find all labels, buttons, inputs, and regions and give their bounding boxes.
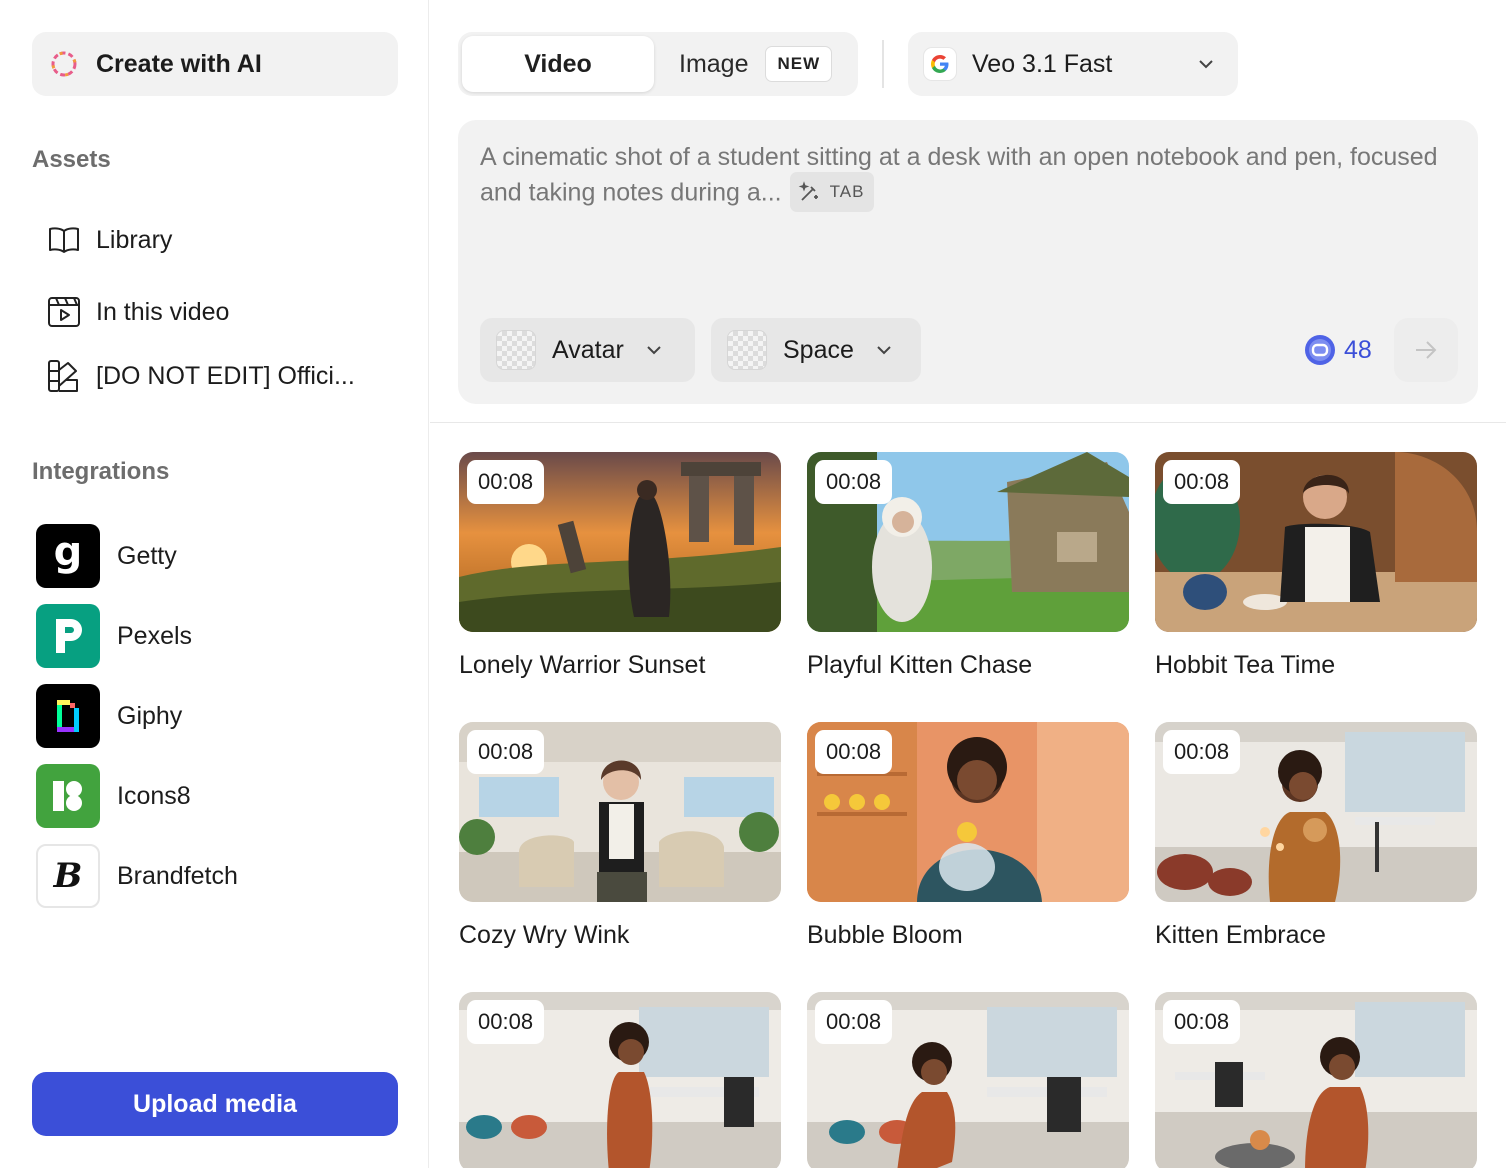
prompt-box[interactable]: A cinematic shot of a student sitting at… <box>458 120 1478 404</box>
gallery-card[interactable]: 00:08 Lonely Warrior Sunset <box>459 452 781 680</box>
video-thumbnail: 00:08 <box>807 722 1129 902</box>
svg-text:g: g <box>54 533 83 575</box>
card-title: Bubble Bloom <box>807 921 963 949</box>
integration-label: Icons8 <box>117 781 191 810</box>
sidebar-item-label: Library <box>96 225 173 254</box>
duration-badge: 00:08 <box>467 1000 545 1044</box>
video-thumbnail: 00:08 <box>807 452 1129 632</box>
integrations-section-title: Integrations <box>32 458 170 485</box>
create-with-ai-button[interactable]: Create with AI <box>32 32 398 96</box>
integration-brandfetch[interactable]: B Brandfetch <box>36 844 398 908</box>
model-select[interactable]: Veo 3.1 Fast <box>908 32 1238 96</box>
credits-counter: 48 <box>1304 334 1372 366</box>
google-icon <box>924 48 956 80</box>
tab-video[interactable]: Video <box>462 36 654 92</box>
avatar-select[interactable]: Avatar <box>480 318 695 382</box>
integration-getty[interactable]: g Getty <box>36 524 398 588</box>
brand-kit-icon <box>48 360 78 392</box>
video-thumbnail: 00:08 <box>807 992 1129 1168</box>
sidebar-item-library[interactable]: Library <box>32 212 398 268</box>
tab-image[interactable]: Image NEW <box>658 36 854 92</box>
gallery-card[interactable]: 00:08 Hobbit Tea Time <box>1155 452 1477 680</box>
card-title: Lonely Warrior Sunset <box>459 651 706 679</box>
tab-autocomplete-hint[interactable]: TAB <box>789 172 875 212</box>
giphy-logo-icon <box>36 684 100 748</box>
card-title: Hobbit Tea Time <box>1155 651 1336 679</box>
avatar-placeholder-thumb <box>496 330 536 370</box>
chevron-down-icon <box>647 346 661 355</box>
gallery-card[interactable]: 00:08 Cozy Wry Wink <box>459 722 781 950</box>
chevron-down-icon <box>877 346 891 355</box>
sidebar: Create with AI Assets Library In this vi… <box>0 0 429 1168</box>
toolbar-divider <box>882 40 884 88</box>
video-clip-icon <box>48 297 80 327</box>
prompt-input[interactable]: A cinematic shot of a student sitting at… <box>480 140 1460 214</box>
generate-button[interactable] <box>1394 318 1458 382</box>
getty-logo-icon: g <box>36 524 100 588</box>
book-icon <box>49 227 79 253</box>
tab-hint-label: TAB <box>829 182 865 201</box>
chevron-down-icon <box>1199 60 1213 69</box>
duration-badge: 00:08 <box>1163 1000 1241 1044</box>
duration-badge: 00:08 <box>815 460 893 504</box>
credits-icon <box>1305 335 1335 365</box>
integration-label: Pexels <box>117 621 193 650</box>
svg-text:B: B <box>53 856 83 896</box>
create-with-ai-label: Create with AI <box>96 49 262 78</box>
gallery-card[interactable]: 00:08 Kitten Embrace <box>1155 722 1477 950</box>
brandfetch-logo-icon: B <box>36 844 100 908</box>
integration-pexels[interactable]: Pexels <box>36 604 398 668</box>
space-placeholder-thumb <box>727 330 767 370</box>
model-label: Veo 3.1 Fast <box>972 49 1113 78</box>
card-title: Kitten Embrace <box>1155 921 1326 949</box>
duration-badge: 00:08 <box>467 460 545 504</box>
assets-section-title: Assets <box>32 146 111 173</box>
integration-icons8[interactable]: Icons8 <box>36 764 398 828</box>
video-thumbnail: 00:08 <box>459 722 781 902</box>
video-thumbnail: 00:08 <box>459 452 781 632</box>
video-thumbnail: 00:08 <box>1155 992 1477 1168</box>
arrow-right-icon <box>1416 341 1437 359</box>
video-thumbnail: 00:08 <box>1155 452 1477 632</box>
video-thumbnail: 00:08 <box>1155 722 1477 902</box>
integration-label: Getty <box>117 541 177 570</box>
gallery-card[interactable]: 00:08 <box>807 992 1129 1168</box>
sidebar-item-label: [DO NOT EDIT] Offici... <box>96 361 355 390</box>
space-select[interactable]: Space <box>711 318 921 382</box>
integration-label: Giphy <box>117 701 183 730</box>
duration-badge: 00:08 <box>467 730 545 774</box>
duration-badge: 00:08 <box>1163 460 1241 504</box>
prompt-text: A cinematic shot of a student sitting at… <box>480 143 1438 207</box>
gallery-card[interactable]: 00:08 <box>1155 992 1477 1168</box>
gallery-card[interactable]: 00:08 Playful Kitten Chase <box>807 452 1129 680</box>
gallery-card[interactable]: 00:08 <box>459 992 781 1168</box>
duration-badge: 00:08 <box>815 1000 893 1044</box>
new-badge: NEW <box>765 46 833 82</box>
card-title: Cozy Wry Wink <box>459 921 630 949</box>
integration-label: Brandfetch <box>117 861 238 890</box>
avatar-select-label: Avatar <box>552 335 624 364</box>
sidebar-item-in-this-video[interactable]: In this video <box>32 284 398 340</box>
magic-wand-icon <box>798 181 818 201</box>
duration-badge: 00:08 <box>1163 730 1241 774</box>
tab-image-label: Image <box>679 49 749 78</box>
card-title: Playful Kitten Chase <box>807 651 1033 679</box>
credits-count: 48 <box>1344 335 1372 364</box>
duration-badge: 00:08 <box>815 730 893 774</box>
integration-giphy[interactable]: Giphy <box>36 684 398 748</box>
pexels-logo-icon <box>36 604 100 668</box>
video-thumbnail: 00:08 <box>459 992 781 1168</box>
mode-tabs: Video Image NEW <box>458 32 858 96</box>
section-divider <box>430 422 1506 423</box>
upload-media-button[interactable]: Upload media <box>32 1072 398 1136</box>
sidebar-item-brand-kit[interactable]: [DO NOT EDIT] Offici... <box>32 348 398 404</box>
icons8-logo-icon <box>36 764 100 828</box>
ai-sparkle-icon <box>51 51 77 77</box>
sidebar-item-label: In this video <box>96 297 230 326</box>
space-select-label: Space <box>783 335 854 364</box>
gallery-card[interactable]: 00:08 Bubble Bloom <box>807 722 1129 950</box>
